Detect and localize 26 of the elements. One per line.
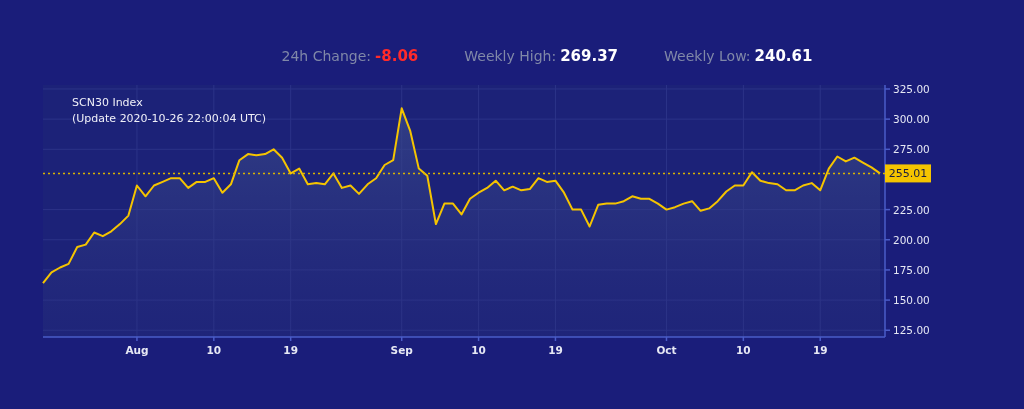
chart-title: SCN30 Index (72, 96, 143, 109)
stat-label: 24h Change: (281, 48, 371, 64)
price-badge: 255.01 (885, 164, 931, 183)
axis-label: 10 (471, 344, 486, 356)
axis-label: 275.00 (893, 143, 930, 156)
stat-value: 240.61 (754, 47, 813, 65)
stat-value: 269.37 (560, 47, 619, 65)
stat-label: Weekly Low: (664, 48, 751, 64)
stat-value: -8.06 (375, 47, 419, 65)
axis-label: Sep (390, 344, 413, 356)
axis-label: Oct (656, 344, 677, 356)
axis-label: 125.00 (893, 324, 930, 337)
chart-subtitle: (Update 2020-10-26 22:00:04 UTC) (72, 112, 267, 125)
axis-label: 19 (283, 344, 298, 356)
axis-label: Aug (125, 344, 149, 356)
stat-label: Weekly High: (464, 48, 557, 64)
axis-label: 19 (812, 344, 828, 356)
axis-label: 19 (548, 344, 563, 356)
axis-label: 10 (206, 344, 222, 356)
axis-label: 325.00 (893, 83, 930, 95)
axis-label: 10 (736, 344, 751, 356)
axis-label: 200.00 (893, 233, 930, 246)
axis-label: 175.00 (893, 263, 930, 276)
axis-label: 300.00 (893, 113, 930, 126)
axis-label: 225.00 (893, 203, 930, 216)
axis-label: 150.00 (893, 294, 930, 307)
